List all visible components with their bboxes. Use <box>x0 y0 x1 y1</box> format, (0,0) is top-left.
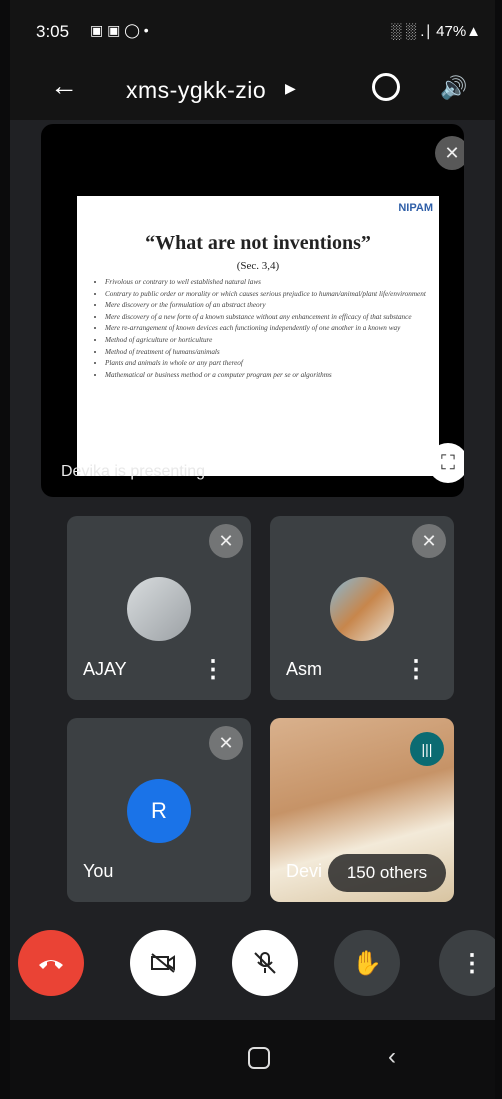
slide-bullet: Method of treatment of humans/animals <box>105 348 431 357</box>
slide-bullet: Method of agriculture or horticulture <box>105 336 431 345</box>
more-vert-icon[interactable]: ⋮ <box>201 655 225 684</box>
end-call-button[interactable] <box>18 930 84 996</box>
mic-off-icon: ✕ <box>435 136 464 170</box>
mic-off-icon: ✕ <box>209 524 243 558</box>
participant-name: You <box>83 861 114 881</box>
video-off-icon <box>151 953 175 973</box>
more-vert-icon[interactable]: ⋮ <box>404 655 428 684</box>
meeting-code-arrow-icon[interactable]: ▶ <box>285 80 296 97</box>
participant-tile-devika[interactable]: ||| Devi 150 others <box>270 718 454 902</box>
mic-off-icon <box>254 952 276 974</box>
avatar <box>127 577 191 641</box>
slide-bullet: Frivolous or contrary to well establishe… <box>105 278 431 287</box>
shared-slide: NIPAM “What are not inventions” (Sec. 3,… <box>77 196 439 476</box>
participant-tile-you[interactable]: ✕ R You <box>67 718 251 902</box>
android-navigation-bar: ‹ <box>10 1020 495 1099</box>
fullscreen-icon[interactable]: ⛶ <box>428 443 464 483</box>
others-count-chip[interactable]: 150 others <box>328 854 446 892</box>
slide-bullet: Mere re-arrangement of known devices eac… <box>105 324 431 333</box>
participant-tile-ajay[interactable]: ✕ AJAY ⋮ <box>67 516 251 700</box>
switch-camera-button[interactable] <box>372 73 400 101</box>
camera-toggle-button[interactable] <box>130 930 196 996</box>
presentation-tile[interactable]: ✕ NIPAM “What are not inventions” (Sec. … <box>41 124 464 497</box>
microphone-toggle-button[interactable] <box>232 930 298 996</box>
avatar: R <box>127 779 191 843</box>
presenting-label: Devika is presenting <box>61 463 206 480</box>
status-battery: ░ ░ .∣ 47%▲ <box>390 23 481 40</box>
avatar <box>330 577 394 641</box>
back-button[interactable]: ← <box>50 70 78 102</box>
slide-bullet: Mere discovery or the formulation of an … <box>105 301 431 310</box>
status-notification-icons: ▣ ▣ ◯ • <box>90 22 149 38</box>
phone-screen: 3:05 ▣ ▣ ◯ • ░ ░ .∣ 47%▲ ← xms-ygkk-zio … <box>10 0 495 1099</box>
slide-bullet: Mere discovery of a new form of a known … <box>105 313 431 322</box>
meeting-code[interactable]: xms-ygkk-zio <box>126 77 266 104</box>
more-vert-icon: ⋮ <box>460 949 484 977</box>
mic-off-icon: ✕ <box>209 726 243 760</box>
slide-bullet: Mathematical or business method or a com… <box>105 371 431 380</box>
system-back-button[interactable]: ‹ <box>388 1043 396 1071</box>
raise-hand-icon: ✋ <box>352 949 382 977</box>
slide-title: “What are not inventions” <box>145 232 371 254</box>
slide-logo: NIPAM <box>398 202 433 214</box>
participant-name: Asm <box>286 659 322 679</box>
more-options-button[interactable]: ⋮ <box>439 930 495 996</box>
speaking-indicator-icon: ||| <box>410 732 444 766</box>
slide-subtitle: (Sec. 3,4) <box>236 260 280 272</box>
slide-bullets: Frivolous or contrary to well establishe… <box>95 278 431 382</box>
status-bar: 3:05 ▣ ▣ ◯ • ░ ░ .∣ 47%▲ <box>10 0 495 60</box>
speaker-button[interactable]: 🔊 <box>440 75 467 101</box>
meeting-header: ← xms-ygkk-zio ▶ 🔊 <box>10 60 495 120</box>
slide-bullet: Plants and animals in whole or any part … <box>105 359 431 368</box>
status-time: 3:05 <box>36 22 70 41</box>
participant-name: Devi <box>286 861 323 881</box>
participant-name: AJAY <box>83 659 127 679</box>
slide-bullet: Contrary to public order or morality or … <box>105 290 431 299</box>
home-button[interactable] <box>248 1047 270 1069</box>
participant-tile-asm[interactable]: ✕ Asm ⋮ <box>270 516 454 700</box>
mic-off-icon: ✕ <box>412 524 446 558</box>
call-controls: ✋ ⋮ <box>10 930 495 1020</box>
raise-hand-button[interactable]: ✋ <box>334 930 400 996</box>
hang-up-icon <box>39 960 63 969</box>
